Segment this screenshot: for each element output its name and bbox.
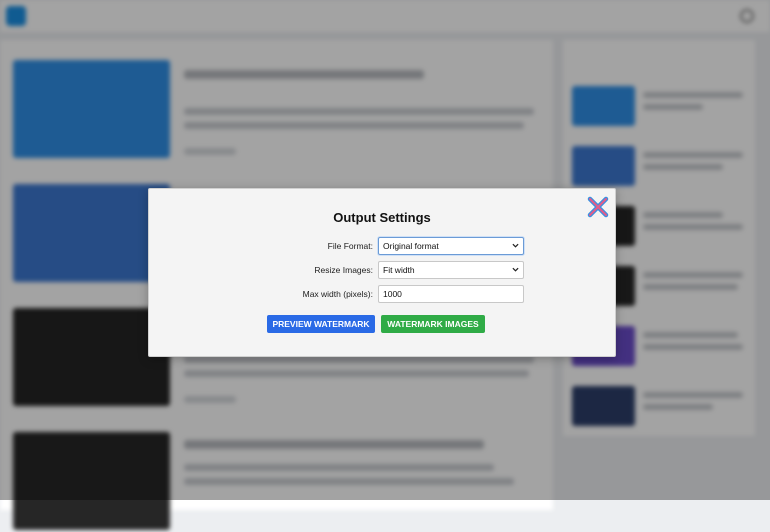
output-settings-dialog: Output Settings File Format: Original fo… [148,188,616,357]
preview-watermark-button[interactable]: PREVIEW WATERMARK [267,315,375,333]
dialog-title: Output Settings [333,210,431,225]
resize-images-row: Resize Images: Fit width [149,261,615,281]
max-width-row: Max width (pixels): 1000 [149,285,615,305]
resize-images-value: Fit width [383,265,415,275]
file-format-label: File Format: [327,241,373,251]
chevron-down-icon [512,243,519,248]
max-width-value: 1000 [383,289,402,299]
file-format-value: Original format [383,241,439,251]
resize-images-label: Resize Images: [314,265,373,275]
watermark-images-button[interactable]: WATERMARK IMAGES [381,315,485,333]
chevron-down-icon [512,267,519,272]
file-format-row: File Format: Original format [149,237,615,257]
file-format-select[interactable]: Original format [378,237,524,255]
resize-images-select[interactable]: Fit width [378,261,524,279]
max-width-input[interactable]: 1000 [378,285,524,303]
max-width-label: Max width (pixels): [302,289,373,299]
